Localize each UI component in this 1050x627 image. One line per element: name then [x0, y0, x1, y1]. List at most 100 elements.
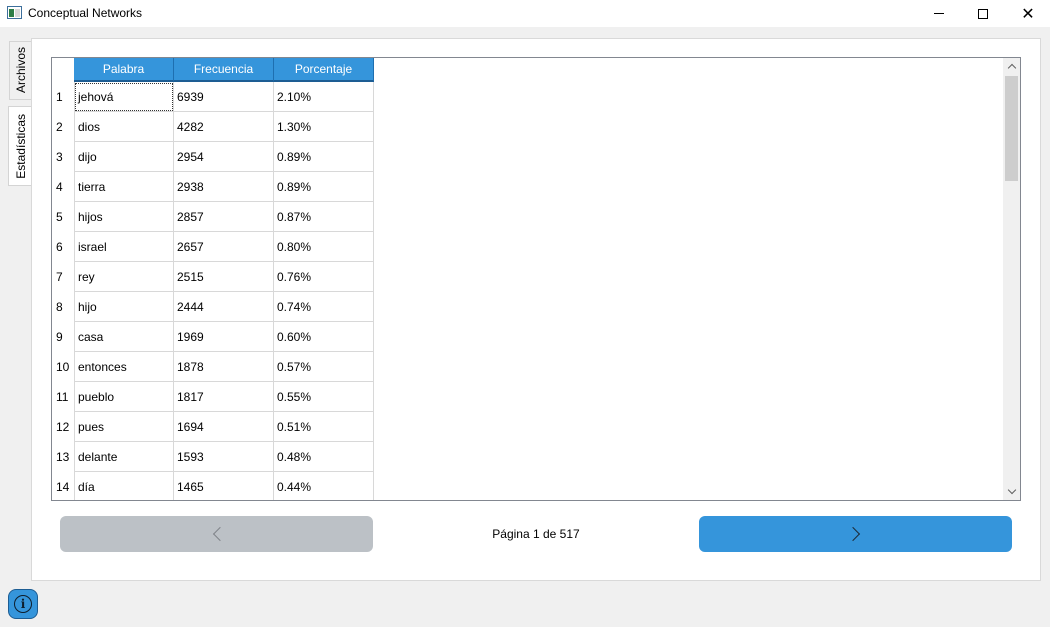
scroll-thumb[interactable] — [1005, 76, 1018, 181]
cell-palabra[interactable]: delante — [74, 442, 174, 472]
cell-palabra[interactable]: pues — [74, 412, 174, 442]
cell-frecuencia[interactable]: 2954 — [174, 142, 274, 172]
tab-estadisticas[interactable]: Estadísticas — [8, 106, 32, 186]
row-number: 1 — [56, 90, 63, 104]
cell-frecuencia[interactable]: 1694 — [174, 412, 274, 442]
cell-porcentaje[interactable]: 0.80% — [274, 232, 374, 262]
table-row[interactable]: 12 pues 1694 0.51% — [52, 412, 374, 442]
close-button[interactable]: ✕ — [1005, 0, 1050, 27]
info-button[interactable]: i — [8, 589, 38, 619]
column-header-palabra[interactable]: Palabra — [74, 58, 174, 82]
row-number: 11 — [56, 390, 69, 404]
scroll-up-button[interactable] — [1003, 58, 1020, 75]
cell-palabra[interactable]: hijos — [74, 202, 174, 232]
table-row[interactable]: 6 israel 2657 0.80% — [52, 232, 374, 262]
scroll-down-button[interactable] — [1003, 483, 1020, 500]
vertical-scrollbar[interactable] — [1003, 58, 1020, 500]
row-number: 2 — [56, 120, 63, 134]
cell-frecuencia[interactable]: 1878 — [174, 352, 274, 382]
cell-palabra[interactable]: tierra — [74, 172, 174, 202]
row-number: 3 — [56, 150, 63, 164]
table-row[interactable]: 8 hijo 2444 0.74% — [52, 292, 374, 322]
chevron-right-icon — [845, 526, 860, 542]
column-header-frecuencia[interactable]: Frecuencia — [174, 58, 274, 82]
row-number: 14 — [56, 480, 70, 494]
cell-frecuencia[interactable]: 2657 — [174, 232, 274, 262]
cell-palabra[interactable]: jehová — [74, 82, 174, 112]
cell-palabra[interactable]: rey — [74, 262, 174, 292]
cell-porcentaje[interactable]: 0.89% — [274, 142, 374, 172]
table-corner — [52, 58, 74, 82]
table-row[interactable]: 11 pueblo 1817 0.55% — [52, 382, 374, 412]
cell-porcentaje[interactable]: 0.87% — [274, 202, 374, 232]
cell-porcentaje[interactable]: 0.60% — [274, 322, 374, 352]
table-row[interactable]: 9 casa 1969 0.60% — [52, 322, 374, 352]
next-page-button[interactable] — [699, 516, 1012, 552]
cell-frecuencia[interactable]: 1593 — [174, 442, 274, 472]
row-number: 10 — [56, 360, 70, 374]
table-row[interactable]: 7 rey 2515 0.76% — [52, 262, 374, 292]
tab-archivos[interactable]: Archivos — [9, 41, 31, 100]
word-frequency-table: Palabra Frecuencia Porcentaje 1 jehová 693… — [51, 57, 1021, 501]
cell-palabra[interactable]: dios — [74, 112, 174, 142]
chevron-down-icon — [1007, 485, 1016, 495]
minimize-button[interactable] — [916, 0, 962, 27]
cell-frecuencia[interactable]: 2515 — [174, 262, 274, 292]
cell-palabra[interactable]: casa — [74, 322, 174, 352]
chevron-left-icon — [212, 526, 227, 542]
cell-porcentaje[interactable]: 1.30% — [274, 112, 374, 142]
table-row[interactable]: 1 jehová 6939 2.10% — [52, 82, 374, 112]
cell-porcentaje[interactable]: 0.55% — [274, 382, 374, 412]
cell-palabra[interactable]: dijo — [74, 142, 174, 172]
row-number: 5 — [56, 210, 63, 224]
table-row[interactable]: 4 tierra 2938 0.89% — [52, 172, 374, 202]
tab-estadisticas-label: Estadísticas — [13, 113, 28, 179]
cell-frecuencia[interactable]: 1817 — [174, 382, 274, 412]
maximize-button[interactable] — [960, 0, 1006, 27]
table-row[interactable]: 3 dijo 2954 0.89% — [52, 142, 374, 172]
cell-frecuencia[interactable]: 6939 — [174, 82, 274, 112]
row-number: 7 — [56, 270, 63, 284]
minimize-icon — [934, 13, 944, 14]
cell-porcentaje[interactable]: 2.10% — [274, 82, 374, 112]
row-number: 8 — [56, 300, 63, 314]
table-body: 1 jehová 6939 2.10% 2 dios 4282 1.30% 3 dijo 2954 0… — [52, 82, 374, 500]
cell-frecuencia[interactable]: 1969 — [174, 322, 274, 352]
app-icon — [7, 6, 22, 19]
cell-palabra[interactable]: hijo — [74, 292, 174, 322]
table-row[interactable]: 2 dios 4282 1.30% — [52, 112, 374, 142]
row-number: 6 — [56, 240, 63, 254]
title-bar: Conceptual Networks ✕ — [0, 0, 1050, 27]
cell-frecuencia[interactable]: 2444 — [174, 292, 274, 322]
cell-frecuencia[interactable]: 2938 — [174, 172, 274, 202]
column-header-porcentaje[interactable]: Porcentaje — [274, 58, 374, 82]
cell-palabra[interactable]: pueblo — [74, 382, 174, 412]
close-icon: ✕ — [1021, 3, 1035, 23]
info-icon: i — [14, 595, 32, 613]
table-header: Palabra Frecuencia Porcentaje — [74, 58, 374, 82]
cell-porcentaje[interactable]: 0.74% — [274, 292, 374, 322]
row-number: 13 — [56, 450, 70, 464]
cell-palabra[interactable]: día — [74, 472, 174, 500]
row-number: 9 — [56, 330, 63, 344]
page-indicator: Página 1 de 517 — [492, 527, 580, 541]
cell-porcentaje[interactable]: 0.57% — [274, 352, 374, 382]
tab-archivos-label: Archivos — [13, 47, 28, 94]
cell-frecuencia[interactable]: 4282 — [174, 112, 274, 142]
cell-porcentaje[interactable]: 0.89% — [274, 172, 374, 202]
cell-porcentaje[interactable]: 0.44% — [274, 472, 374, 500]
cell-porcentaje[interactable]: 0.51% — [274, 412, 374, 442]
cell-frecuencia[interactable]: 1465 — [174, 472, 274, 500]
previous-page-button[interactable] — [60, 516, 373, 552]
cell-frecuencia[interactable]: 2857 — [174, 202, 274, 232]
row-number: 12 — [56, 420, 70, 434]
chevron-up-icon — [1007, 63, 1016, 73]
cell-porcentaje[interactable]: 0.48% — [274, 442, 374, 472]
table-row[interactable]: 13 delante 1593 0.48% — [52, 442, 374, 472]
table-row[interactable]: 5 hijos 2857 0.87% — [52, 202, 374, 232]
cell-porcentaje[interactable]: 0.76% — [274, 262, 374, 292]
cell-palabra[interactable]: israel — [74, 232, 174, 262]
table-row[interactable]: 14 día 1465 0.44% — [52, 472, 374, 500]
cell-palabra[interactable]: entonces — [74, 352, 174, 382]
table-row[interactable]: 10 entonces 1878 0.57% — [52, 352, 374, 382]
